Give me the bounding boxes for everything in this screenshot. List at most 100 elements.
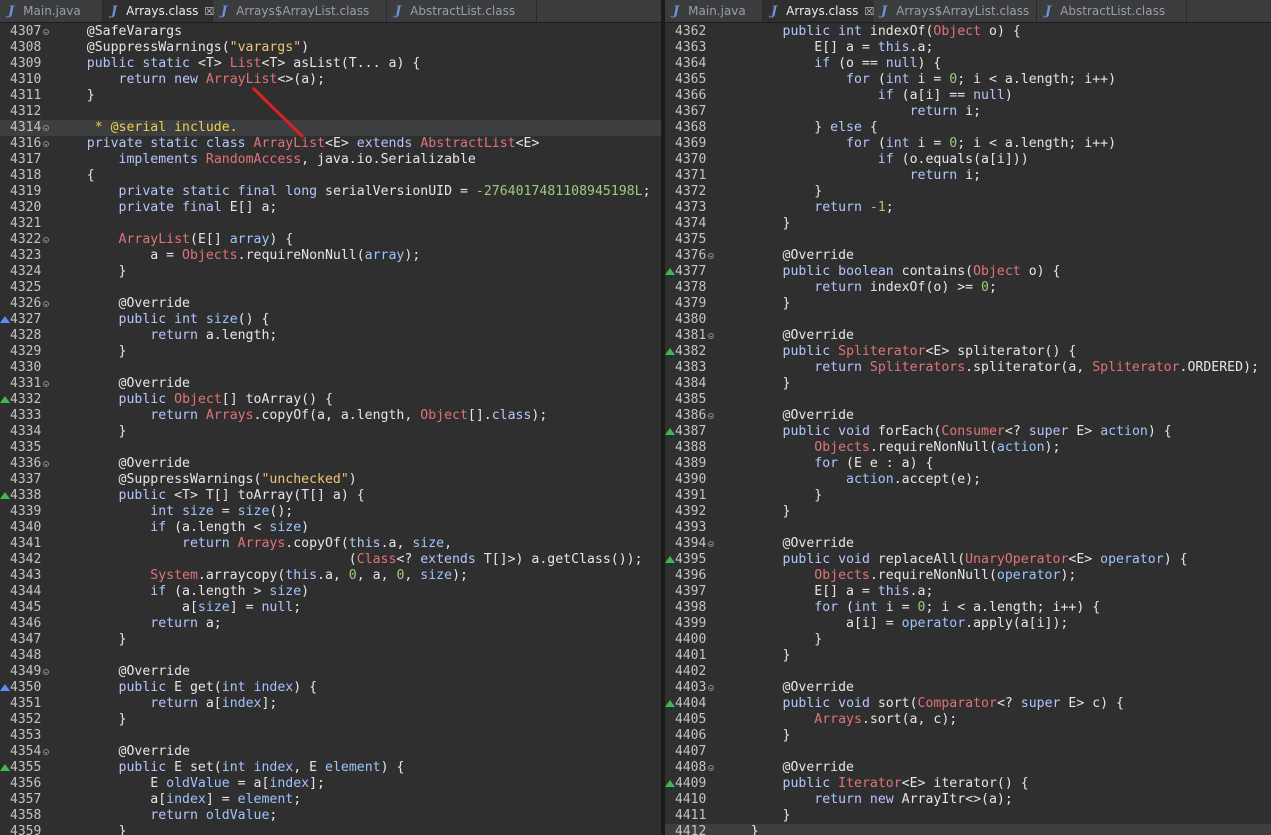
line-number[interactable]: 4375 <box>665 232 717 248</box>
code-line[interactable]: 4309 public static <T> List<T> asList(T.… <box>0 56 661 72</box>
code-text[interactable]: @Override <box>719 536 854 552</box>
code-line[interactable]: 4320 private final E[] a; <box>0 200 661 216</box>
line-number[interactable]: 4356 <box>0 776 52 792</box>
code-text[interactable]: return new ArrayList<>(a); <box>55 72 325 88</box>
line-number[interactable]: 4339 <box>0 504 52 520</box>
code-line[interactable]: 4316 private static class ArrayList<E> e… <box>0 136 661 152</box>
line-number[interactable]: 4353 <box>0 728 52 744</box>
right-code-editor[interactable]: 4362 public int indexOf(Object o) {4363 … <box>665 23 1271 835</box>
override-marker-icon[interactable] <box>665 428 675 435</box>
code-line[interactable]: 4397 E[] a = this.a; <box>665 584 1271 600</box>
fold-toggle-icon[interactable] <box>708 413 714 419</box>
line-number[interactable]: 4397 <box>665 584 717 600</box>
override-marker-icon[interactable] <box>0 396 10 403</box>
code-text[interactable]: @Override <box>55 664 190 680</box>
code-line[interactable]: 4317 implements RandomAccess, java.io.Se… <box>0 152 661 168</box>
code-line[interactable]: 4391 } <box>665 488 1271 504</box>
code-text[interactable]: @Override <box>55 376 190 392</box>
line-number[interactable]: 4406 <box>665 728 717 744</box>
code-line[interactable]: 4330 <box>0 360 661 376</box>
code-line[interactable]: 4362 public int indexOf(Object o) { <box>665 24 1271 40</box>
code-line[interactable]: 4386 @Override <box>665 408 1271 424</box>
line-number[interactable]: 4373 <box>665 200 717 216</box>
code-text[interactable]: return i; <box>719 168 981 184</box>
code-text[interactable]: (Class<? extends T[]>) a.getClass()); <box>55 552 643 568</box>
code-line[interactable]: 4329 } <box>0 344 661 360</box>
code-line[interactable]: 4372 } <box>665 184 1271 200</box>
code-text[interactable]: } <box>719 296 791 312</box>
override-marker-icon[interactable] <box>0 492 10 499</box>
line-number[interactable]: 4309 <box>0 56 52 72</box>
code-text[interactable]: } <box>55 424 127 440</box>
code-line[interactable]: 4346 return a; <box>0 616 661 632</box>
code-line[interactable]: 4366 if (a[i] == null) <box>665 88 1271 104</box>
line-number[interactable]: 4346 <box>0 616 52 632</box>
line-number[interactable]: 4368 <box>665 120 717 136</box>
code-text[interactable]: } <box>719 504 791 520</box>
code-text[interactable]: public int indexOf(Object o) { <box>719 24 1021 40</box>
line-number[interactable]: 4333 <box>0 408 52 424</box>
code-line[interactable]: 4348 <box>0 648 661 664</box>
code-text[interactable]: public boolean contains(Object o) { <box>719 264 1061 280</box>
code-line[interactable]: 4396 Objects.requireNonNull(operator); <box>665 568 1271 584</box>
code-text[interactable]: ArrayList(E[] array) { <box>55 232 294 248</box>
code-line[interactable]: 4328 return a.length; <box>0 328 661 344</box>
code-line[interactable]: 4344 if (a.length > size) <box>0 584 661 600</box>
tab-abstractlist-class[interactable]: J AbstractList.class <box>1037 0 1187 22</box>
code-line[interactable]: 4400 } <box>665 632 1271 648</box>
fold-toggle-icon[interactable] <box>43 381 49 387</box>
line-number[interactable]: 4347 <box>0 632 52 648</box>
code-line[interactable]: 4350 public E get(int index) { <box>0 680 661 696</box>
code-text[interactable]: return Spliterators.spliterator(a, Split… <box>719 360 1259 376</box>
line-number[interactable]: 4369 <box>665 136 717 152</box>
override-marker-icon[interactable] <box>665 556 675 563</box>
code-text[interactable]: } <box>719 376 791 392</box>
line-number[interactable]: 4391 <box>665 488 717 504</box>
code-text[interactable]: int size = size(); <box>55 504 293 520</box>
code-text[interactable]: @Override <box>719 328 854 344</box>
code-line[interactable]: 4356 E oldValue = a[index]; <box>0 776 661 792</box>
code-text[interactable]: a[i] = operator.apply(a[i]); <box>719 616 1068 632</box>
code-line[interactable]: 4383 return Spliterators.spliterator(a, … <box>665 360 1271 376</box>
code-text[interactable]: } <box>55 712 127 728</box>
code-text[interactable]: public void replaceAll(UnaryOperator<E> … <box>719 552 1188 568</box>
code-line[interactable]: 4357 a[index] = element; <box>0 792 661 808</box>
code-text[interactable]: E[] a = this.a; <box>719 584 933 600</box>
code-text[interactable]: E[] a = this.a; <box>719 40 933 56</box>
code-line[interactable]: 4405 Arrays.sort(a, c); <box>665 712 1271 728</box>
line-number[interactable]: 4317 <box>0 152 52 168</box>
line-number[interactable]: 4399 <box>665 616 717 632</box>
code-text[interactable]: @Override <box>55 456 190 472</box>
line-number[interactable]: 4340 <box>0 520 52 536</box>
code-text[interactable]: } <box>719 824 759 835</box>
code-line[interactable]: 4411 } <box>665 808 1271 824</box>
code-line[interactable]: 4363 E[] a = this.a; <box>665 40 1271 56</box>
code-text[interactable]: public E set(int index, E element) { <box>55 760 405 776</box>
code-text[interactable]: } else { <box>719 120 878 136</box>
line-number[interactable]: 4325 <box>0 280 52 296</box>
code-line[interactable]: 4343 System.arraycopy(this.a, 0, a, 0, s… <box>0 568 661 584</box>
line-number[interactable]: 4359 <box>0 824 52 835</box>
line-number[interactable]: 4311 <box>0 88 52 104</box>
code-line[interactable]: 4367 return i; <box>665 104 1271 120</box>
code-text[interactable]: } <box>719 184 822 200</box>
code-text[interactable]: public Object[] toArray() { <box>55 392 333 408</box>
line-number[interactable]: 4367 <box>665 104 717 120</box>
code-line[interactable]: 4339 int size = size(); <box>0 504 661 520</box>
line-number[interactable]: 4357 <box>0 792 52 808</box>
code-line[interactable]: 4412 } <box>665 824 1271 835</box>
fold-toggle-icon[interactable] <box>43 669 49 675</box>
code-line[interactable]: 4380 <box>665 312 1271 328</box>
line-number[interactable]: 4330 <box>0 360 52 376</box>
line-number[interactable]: 4328 <box>0 328 52 344</box>
code-line[interactable]: 4335 <box>0 440 661 456</box>
line-number[interactable]: 4365 <box>665 72 717 88</box>
code-text[interactable]: return Arrays.copyOf(a, a.length, Object… <box>55 408 547 424</box>
code-line[interactable]: 4379 } <box>665 296 1271 312</box>
code-line[interactable]: 4394 @Override <box>665 536 1271 552</box>
code-line[interactable]: 4327 public int size() { <box>0 312 661 328</box>
code-text[interactable]: } <box>55 264 127 280</box>
code-text[interactable]: Objects.requireNonNull(operator); <box>719 568 1076 584</box>
code-text[interactable]: } <box>719 648 791 664</box>
code-text[interactable]: } <box>55 824 127 835</box>
